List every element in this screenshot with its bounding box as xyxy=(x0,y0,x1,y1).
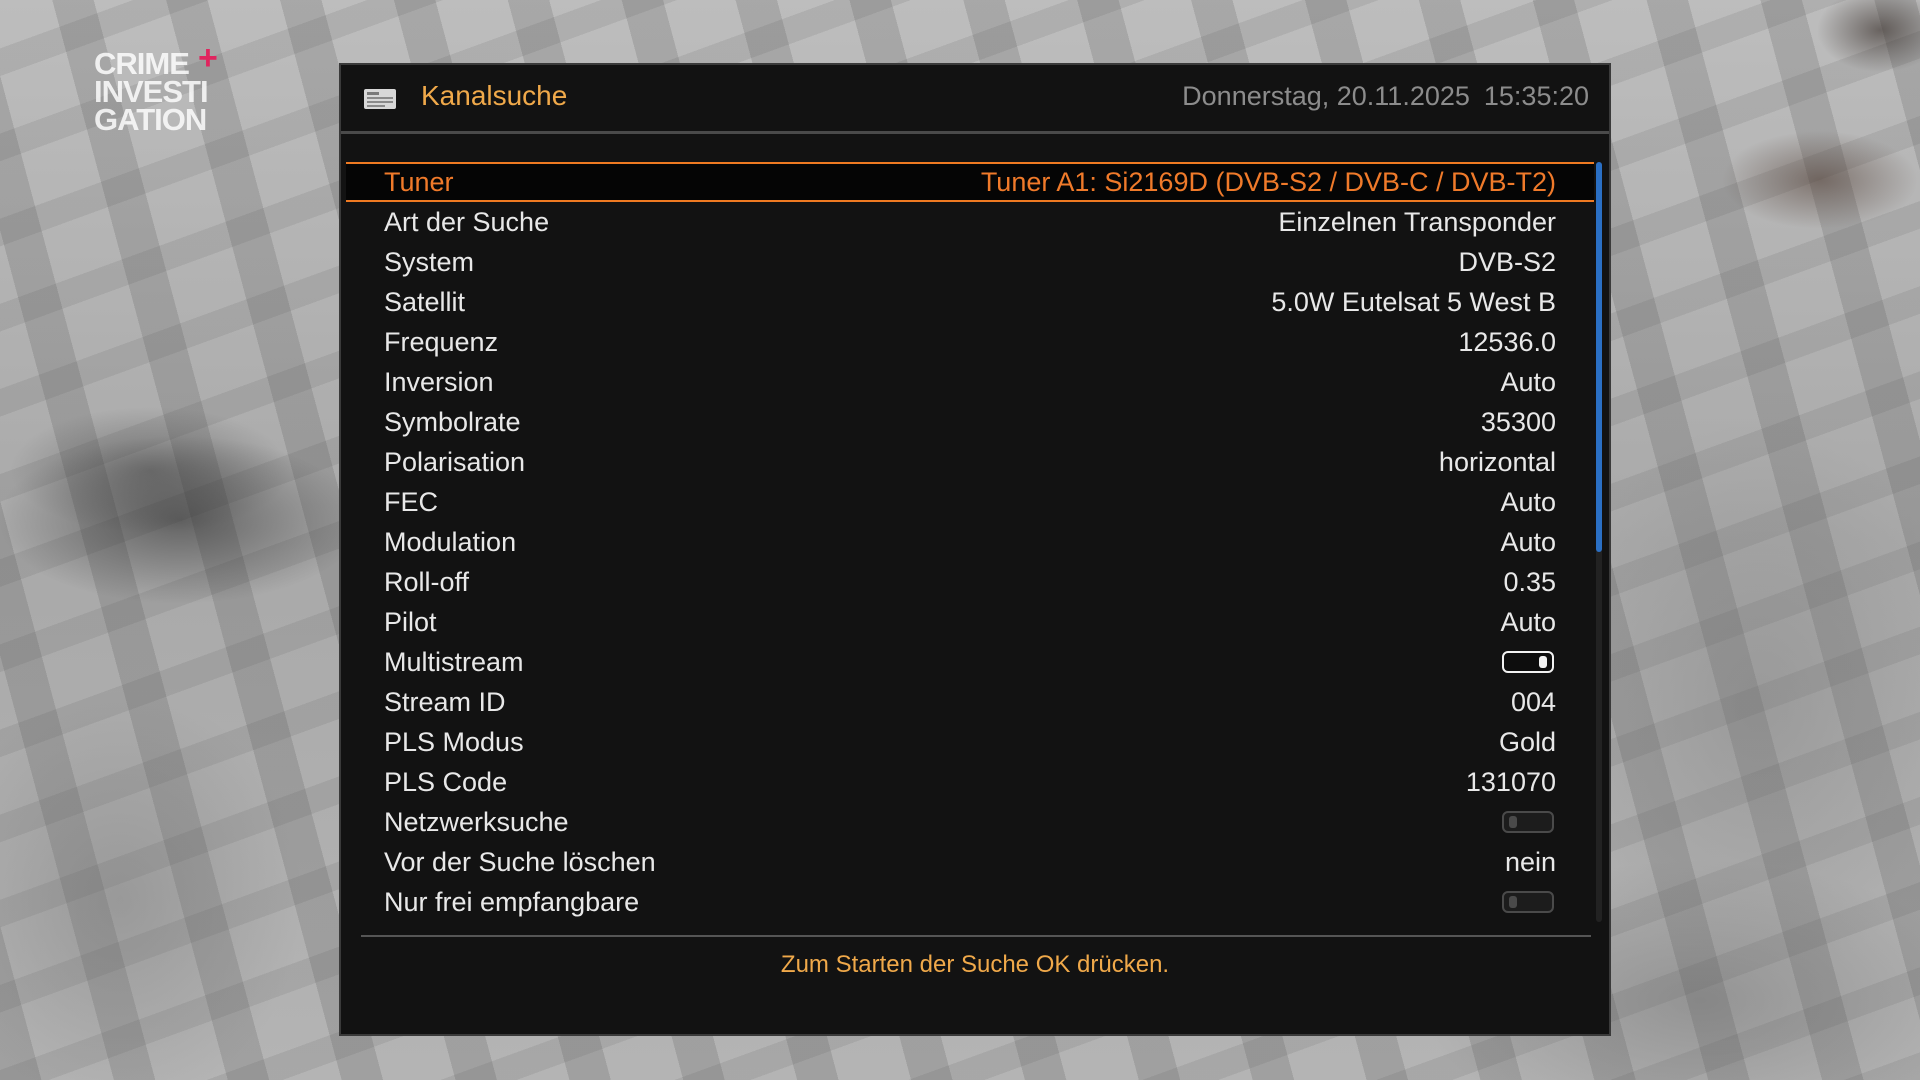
setting-label: Nur frei empfangbare xyxy=(384,887,640,917)
setting-row-fec[interactable]: FEC Auto xyxy=(346,482,1594,522)
setting-value[interactable]: nein xyxy=(1505,842,1556,882)
setting-row-inversion[interactable]: Inversion Auto xyxy=(346,362,1594,402)
setting-row-tuner[interactable]: Tuner Tuner A1: Si2169D (DVB-S2 / DVB-C /… xyxy=(346,162,1594,202)
channel-logo: CRIME INVESTI GATION + xyxy=(94,41,234,137)
setting-label: Art der Suche xyxy=(384,207,550,237)
setting-label: Stream ID xyxy=(384,687,506,717)
setting-label: FEC xyxy=(384,487,438,517)
setting-label: PLS Modus xyxy=(384,727,524,757)
setting-value[interactable]: 004 xyxy=(1511,682,1556,722)
setting-label: Polarisation xyxy=(384,447,526,477)
setting-row-frequenz[interactable]: Frequenz 12536.0 xyxy=(346,322,1594,362)
header-time: 15:35:20 xyxy=(1483,81,1589,111)
setting-value[interactable]: Tuner A1: Si2169D (DVB-S2 / DVB-C / DVB-… xyxy=(981,164,1556,200)
setting-row-pls-code[interactable]: PLS Code 131070 xyxy=(346,762,1594,802)
setting-row-symbolrate[interactable]: Symbolrate 35300 xyxy=(346,402,1594,442)
setting-value[interactable]: Auto xyxy=(1500,602,1556,642)
header-date: Donnerstag, 20.11.2025 xyxy=(1182,81,1470,111)
setting-label: PLS Code xyxy=(384,767,508,797)
toggle-knob xyxy=(1509,816,1517,828)
setting-value[interactable]: 35300 xyxy=(1481,402,1556,442)
dialog-header: Kanalsuche Donnerstag, 20.11.2025 15:35:2… xyxy=(341,65,1609,134)
setting-value[interactable]: Auto xyxy=(1500,482,1556,522)
setting-value[interactable]: Gold xyxy=(1499,722,1556,762)
setting-row-art-der-suche[interactable]: Art der Suche Einzelnen Transponder xyxy=(346,202,1594,242)
setting-row-nur-frei-empfangbare[interactable]: Nur frei empfangbare xyxy=(346,882,1594,922)
setting-toggle[interactable] xyxy=(1502,891,1554,913)
setting-value[interactable]: Einzelnen Transponder xyxy=(1278,202,1556,242)
setting-label: Symbolrate xyxy=(384,407,521,437)
setting-value[interactable]: 12536.0 xyxy=(1458,322,1556,362)
footer-divider xyxy=(361,935,1591,937)
setting-value[interactable]: 131070 xyxy=(1466,762,1556,802)
setting-value[interactable]: Auto xyxy=(1500,362,1556,402)
setting-toggle[interactable] xyxy=(1502,811,1554,833)
setting-label: Netzwerksuche xyxy=(384,807,569,837)
setting-row-polarisation[interactable]: Polarisation horizontal xyxy=(346,442,1594,482)
setting-toggle[interactable] xyxy=(1502,651,1554,673)
setting-label: Multistream xyxy=(384,647,524,677)
tv-scan-icon xyxy=(364,89,396,109)
setting-value[interactable]: horizontal xyxy=(1439,442,1556,482)
setting-row-multistream[interactable]: Multistream xyxy=(346,642,1594,682)
setting-value[interactable]: 0.35 xyxy=(1503,562,1556,602)
setting-label: Inversion xyxy=(384,367,494,397)
logo-plus: + xyxy=(198,39,218,77)
toggle-knob xyxy=(1509,896,1517,908)
setting-label: Roll-off xyxy=(384,567,470,597)
channel-search-dialog: Kanalsuche Donnerstag, 20.11.2025 15:35:2… xyxy=(339,63,1611,1036)
setting-label: Tuner xyxy=(384,167,454,197)
setting-value[interactable]: Auto xyxy=(1500,522,1556,562)
setting-row-roll-off[interactable]: Roll-off 0.35 xyxy=(346,562,1594,602)
setting-row-satellit[interactable]: Satellit 5.0W Eutelsat 5 West B xyxy=(346,282,1594,322)
settings-list: Tuner Tuner A1: Si2169D (DVB-S2 / DVB-C /… xyxy=(346,162,1594,922)
scrollbar[interactable] xyxy=(1596,162,1602,922)
setting-row-modulation[interactable]: Modulation Auto xyxy=(346,522,1594,562)
setting-row-system[interactable]: System DVB-S2 xyxy=(346,242,1594,282)
setting-row-pilot[interactable]: Pilot Auto xyxy=(346,602,1594,642)
setting-row-stream-id[interactable]: Stream ID 004 xyxy=(346,682,1594,722)
setting-label: Frequenz xyxy=(384,327,499,357)
page-title: Kanalsuche xyxy=(421,80,568,111)
setting-label: Vor der Suche löschen xyxy=(384,847,656,877)
setting-label: Satellit xyxy=(384,287,466,317)
setting-label: System xyxy=(384,247,475,277)
setting-row-pls-modus[interactable]: PLS Modus Gold xyxy=(346,722,1594,762)
setting-label: Modulation xyxy=(384,527,517,557)
scrollbar-thumb[interactable] xyxy=(1596,162,1602,552)
footer-hint: Zum Starten der Suche OK drücken. xyxy=(780,951,1170,978)
setting-label: Pilot xyxy=(384,607,437,637)
setting-value[interactable]: DVB-S2 xyxy=(1458,242,1556,282)
setting-value[interactable]: 5.0W Eutelsat 5 West B xyxy=(1271,282,1556,322)
setting-row-netzwerksuche[interactable]: Netzwerksuche xyxy=(346,802,1594,842)
header-datetime: Donnerstag, 20.11.2025 15:35:20 xyxy=(1182,79,1589,113)
toggle-knob xyxy=(1539,656,1547,668)
setting-row-vor-der-suche-l-schen[interactable]: Vor der Suche löschen nein xyxy=(346,842,1594,882)
logo-line-3: GATION xyxy=(94,102,207,137)
